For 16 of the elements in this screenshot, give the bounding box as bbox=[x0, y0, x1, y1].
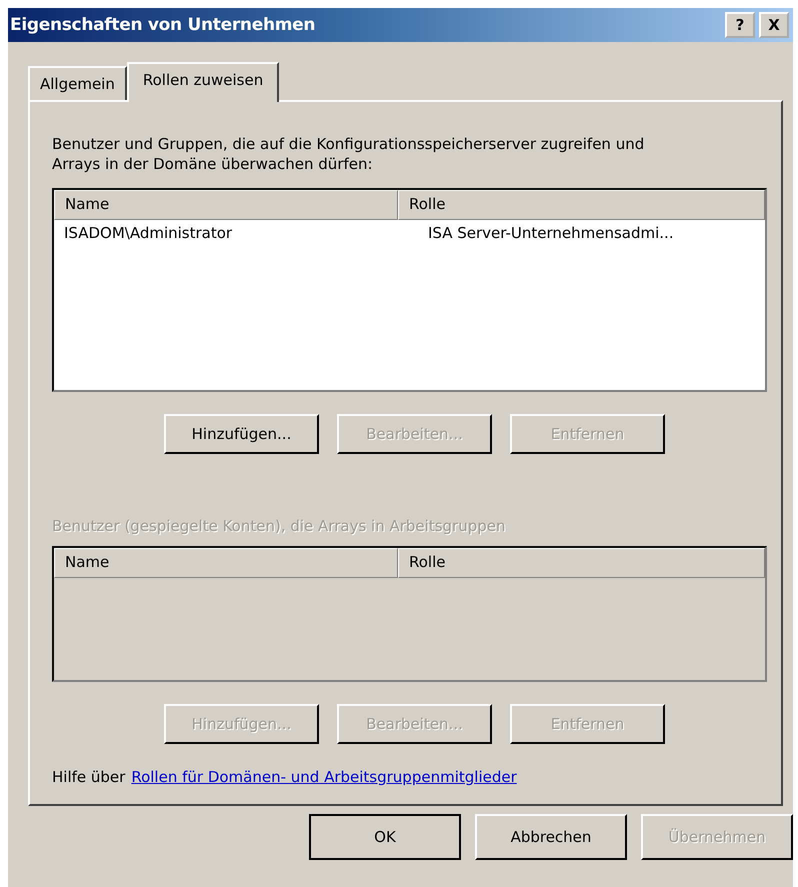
column-header[interactable]: Name bbox=[54, 190, 398, 220]
list-view[interactable]: Name Rolle ISADOM\Administrator ISA Server-Unternehmensadmi... bbox=[52, 188, 767, 392]
window-title: Eigenschaften von Unternehmen bbox=[10, 15, 316, 35]
help-button[interactable]: ? bbox=[725, 12, 755, 38]
tab[interactable]: Allgemein bbox=[28, 66, 127, 100]
dialog-button[interactable]: Abbrechen bbox=[475, 814, 627, 860]
dialog-button[interactable]: OK bbox=[309, 814, 461, 860]
group-label: Benutzer und Gruppen, die auf die Konfigurationsspeicherserver zugreifen und Arrays in der Domäne überwachen dürfen: bbox=[52, 134, 646, 174]
tab[interactable]: Rollen zuweisen bbox=[126, 62, 280, 102]
table-cell-text: ISA Server-Unternehmensadmi... bbox=[427, 223, 675, 244]
help-link[interactable]: Rollen für Domänen- und Arbeitsgruppenmitglieder bbox=[131, 768, 517, 786]
action-button[interactable]: Hinzufügen... bbox=[164, 414, 319, 454]
table-cell-text: ISADOM\Administrator bbox=[63, 223, 234, 244]
column-header[interactable]: Rolle bbox=[398, 190, 765, 220]
help-text: Hilfe über bbox=[52, 768, 126, 786]
close-button[interactable]: X bbox=[759, 12, 789, 38]
